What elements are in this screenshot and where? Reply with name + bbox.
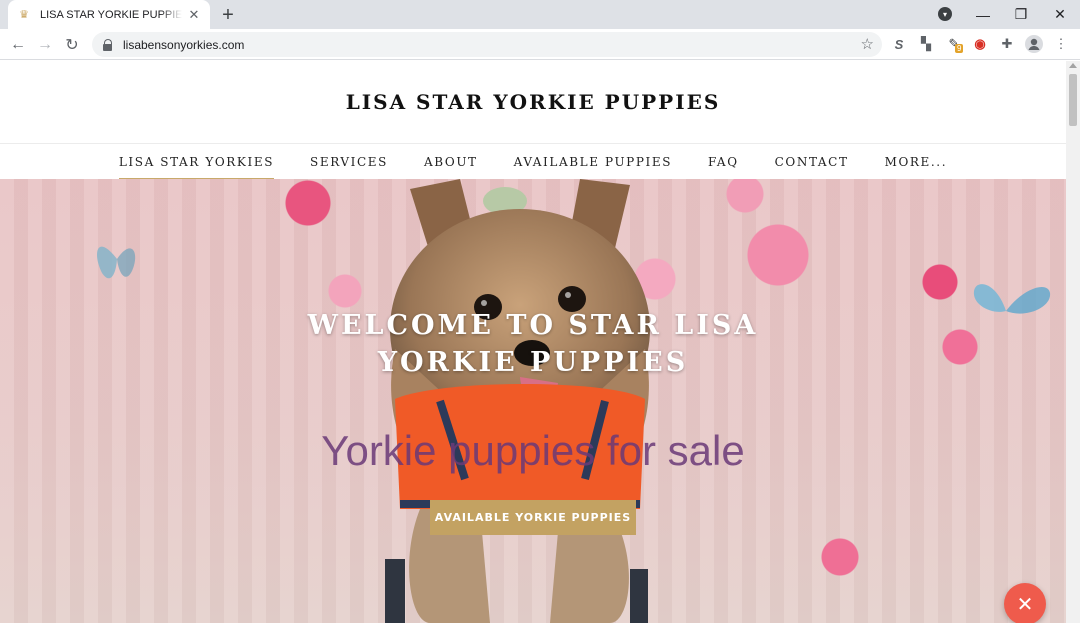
url-text[interactable]: lisabensonyorkies.com bbox=[123, 38, 244, 52]
nav-item-about[interactable]: ABOUT bbox=[406, 144, 496, 180]
extensions-puzzle-icon[interactable]: ✚ bbox=[997, 34, 1017, 54]
tab-title: LISA STAR YORKIE PUPPIES - Yorkie bbox=[40, 8, 182, 21]
profile-avatar-icon[interactable] bbox=[1024, 34, 1044, 54]
site-title[interactable]: LISA STAR YORKIE PUPPIES bbox=[346, 90, 721, 114]
extension-checklist-icon[interactable]: ✎ 9 bbox=[944, 34, 964, 54]
extension-puzzle-grid-icon[interactable]: ▚ bbox=[916, 34, 936, 54]
web-page: LISA STAR YORKIE PUPPIES LISA STAR YORKI… bbox=[0, 61, 1066, 623]
extension-badge: 9 bbox=[955, 44, 964, 53]
nav-item-contact[interactable]: CONTACT bbox=[757, 144, 867, 180]
nav-item-lisa-star-yorkies[interactable]: LISA STAR YORKIES bbox=[101, 144, 292, 180]
extension-s-icon[interactable]: S bbox=[889, 34, 909, 54]
site-favicon-icon: ♛ bbox=[19, 9, 29, 21]
hero-banner: WELCOME TO STAR LISA YORKIE PUPPIES York… bbox=[0, 179, 1066, 623]
floating-close-icon[interactable]: ✕ bbox=[1004, 583, 1046, 623]
address-bar[interactable]: lisabensonyorkies.com ☆ bbox=[92, 32, 882, 57]
restore-icon[interactable]: ❐ bbox=[1001, 0, 1041, 29]
scrollbar-thumb[interactable] bbox=[1069, 74, 1077, 126]
nav-item-faq[interactable]: FAQ bbox=[690, 144, 757, 180]
site-navigation: LISA STAR YORKIES SERVICES ABOUT AVAILAB… bbox=[0, 143, 1066, 180]
hero-subheading: Yorkie puppies for sale bbox=[321, 427, 745, 474]
available-yorkie-puppies-button[interactable]: AVAILABLE YORKIE PUPPIES bbox=[430, 500, 636, 535]
tab-close-icon[interactable]: ✕ bbox=[186, 7, 202, 23]
back-arrow-icon[interactable]: ← bbox=[6, 33, 30, 57]
site-header: LISA STAR YORKIE PUPPIES bbox=[0, 61, 1066, 143]
hero-text-overlay: WELCOME TO STAR LISA YORKIE PUPPIES York… bbox=[0, 179, 1066, 623]
hero-heading: WELCOME TO STAR LISA YORKIE PUPPIES bbox=[307, 310, 759, 378]
browser-toolbar: ← → ↻ lisabensonyorkies.com ☆ S ▚ ✎ 9 ◉ ✚… bbox=[0, 29, 1080, 60]
scroll-up-arrow-icon[interactable] bbox=[1069, 63, 1077, 68]
browser-tab-strip: ♛ LISA STAR YORKIE PUPPIES - Yorkie ✕ + … bbox=[0, 0, 1080, 29]
page-scrollbar[interactable] bbox=[1066, 61, 1080, 623]
window-close-icon[interactable]: ✕ bbox=[1040, 0, 1080, 29]
nav-item-available-puppies[interactable]: AVAILABLE PUPPIES bbox=[496, 144, 690, 180]
extension-red-icon[interactable]: ◉ bbox=[970, 34, 990, 54]
minimize-icon[interactable]: — bbox=[963, 0, 1003, 29]
tab-search-icon[interactable]: ▾ bbox=[938, 7, 952, 21]
forward-arrow-icon[interactable]: → bbox=[33, 33, 57, 57]
browser-menu-icon[interactable]: ⋮ bbox=[1051, 34, 1071, 54]
new-tab-button[interactable]: + bbox=[217, 4, 239, 26]
reload-icon[interactable]: ↻ bbox=[60, 33, 84, 57]
nav-item-services[interactable]: SERVICES bbox=[292, 144, 406, 180]
bookmark-star-icon[interactable]: ☆ bbox=[861, 35, 874, 53]
browser-tab-active[interactable]: ♛ LISA STAR YORKIE PUPPIES - Yorkie ✕ bbox=[8, 0, 210, 29]
lock-icon[interactable] bbox=[102, 38, 114, 51]
nav-item-more[interactable]: MORE... bbox=[867, 144, 966, 180]
